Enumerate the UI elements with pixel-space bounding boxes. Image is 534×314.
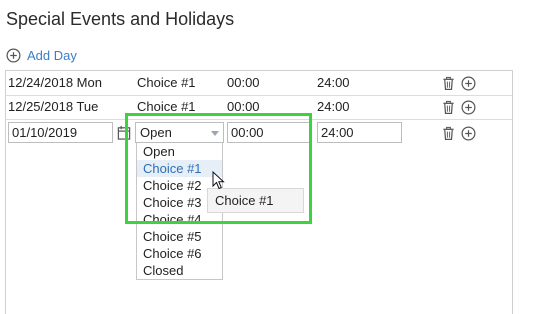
chevron-down-icon xyxy=(211,131,219,136)
table-row: 12/24/2018 Mon Choice #1 00:00 24:00 xyxy=(6,71,512,96)
add-day-label: Add Day xyxy=(27,48,77,63)
dropdown-option[interactable]: Closed xyxy=(137,262,222,279)
plus-circle-icon[interactable] xyxy=(461,100,476,115)
page-title: Special Events and Holidays xyxy=(6,9,235,29)
row-start-time: 00:00 xyxy=(227,75,260,90)
choice-select-value: Open xyxy=(140,125,172,140)
plus-circle-icon xyxy=(6,48,21,63)
add-day-button[interactable]: Add Day xyxy=(6,48,77,63)
row-end-time: 24:00 xyxy=(317,75,350,90)
plus-circle-icon[interactable] xyxy=(461,126,476,141)
edit-row: 01/10/2019 Open 00:00 24:00 xyxy=(6,120,512,146)
row-date: 12/24/2018 Mon xyxy=(8,75,102,90)
dropdown-option[interactable]: Open xyxy=(137,143,222,160)
row-end-time: 24:00 xyxy=(317,99,350,114)
dropdown-option[interactable]: Choice #6 xyxy=(137,245,222,262)
start-time-input[interactable]: 00:00 xyxy=(227,122,311,143)
tooltip: Choice #1 xyxy=(207,188,304,213)
calendar-icon[interactable] xyxy=(117,125,131,140)
row-choice: Choice #1 xyxy=(137,75,196,90)
dropdown-option[interactable]: Choice #1 xyxy=(137,160,222,177)
row-choice: Choice #1 xyxy=(137,99,196,114)
dropdown-option[interactable]: Choice #5 xyxy=(137,228,222,245)
end-time-input[interactable]: 24:00 xyxy=(317,122,402,143)
trash-icon[interactable] xyxy=(441,100,456,115)
dropdown-option[interactable]: Choice #4 xyxy=(137,211,222,228)
date-input[interactable]: 01/10/2019 xyxy=(8,122,113,143)
trash-icon[interactable] xyxy=(441,76,456,91)
plus-circle-icon[interactable] xyxy=(461,76,476,91)
trash-icon[interactable] xyxy=(441,126,456,141)
choice-select[interactable]: Open xyxy=(135,122,224,143)
row-date: 12/25/2018 Tue xyxy=(8,99,99,114)
mouse-cursor-icon xyxy=(212,171,225,190)
row-start-time: 00:00 xyxy=(227,99,260,114)
table-row: 12/25/2018 Tue Choice #1 00:00 24:00 xyxy=(6,95,512,120)
